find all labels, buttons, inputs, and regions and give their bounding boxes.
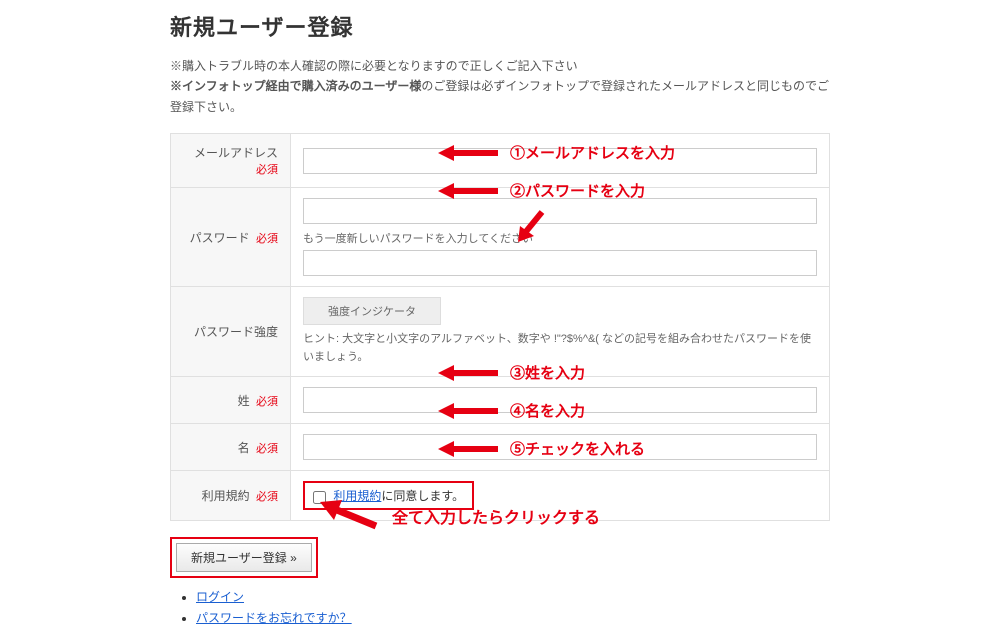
login-link[interactable]: ログイン bbox=[196, 590, 244, 604]
arrow-left-icon bbox=[438, 181, 498, 201]
strength-indicator: 強度インジケータ bbox=[303, 297, 441, 325]
required-badge: 必須 bbox=[256, 443, 278, 455]
label-password-text: パスワード bbox=[190, 231, 250, 245]
label-firstname: 名 必須 bbox=[171, 424, 291, 471]
submit-area: 新規ユーザー登録 » ログイン パスワードをお忘れですか？ bbox=[170, 537, 830, 626]
annotation-1: ①メールアドレスを入力 bbox=[438, 142, 675, 163]
required-badge: 必須 bbox=[256, 164, 278, 176]
required-badge: 必須 bbox=[256, 491, 278, 503]
annotation-2-text: ②パスワードを入力 bbox=[510, 180, 645, 201]
row-password: パスワード 必須 もう一度新しいパスワードを入力してください bbox=[171, 188, 830, 287]
annotation-3: ③姓を入力 bbox=[438, 362, 585, 383]
label-terms: 利用規約 必須 bbox=[171, 471, 291, 521]
arrow-left-icon bbox=[438, 143, 498, 163]
arrow-left-icon bbox=[438, 401, 498, 421]
password-confirm-hint: もう一度新しいパスワードを入力してください bbox=[303, 230, 817, 246]
arrow-left-icon bbox=[438, 363, 498, 383]
page-title: 新規ユーザー登録 bbox=[170, 10, 830, 42]
note-line-2: ※インフォトップ経由で購入済みのユーザー様のご登録は必ずインフォトップで登録され… bbox=[170, 76, 830, 117]
register-button[interactable]: 新規ユーザー登録 » bbox=[176, 543, 312, 572]
arrow-upleft-icon bbox=[320, 500, 380, 532]
password-field[interactable] bbox=[303, 198, 817, 224]
annotation-submit: 全て入力したらクリックする bbox=[320, 500, 600, 532]
password-confirm-field[interactable] bbox=[303, 250, 817, 276]
label-firstname-text: 名 bbox=[238, 441, 250, 455]
annotation-4: ④名を入力 bbox=[438, 400, 585, 421]
label-terms-text: 利用規約 bbox=[202, 489, 250, 503]
required-badge: 必須 bbox=[256, 233, 278, 245]
note-line-1: ※購入トラブル時の本人確認の際に必要となりますので正しくご記入下さい bbox=[170, 56, 830, 76]
submit-highlight-box: 新規ユーザー登録 » bbox=[170, 537, 318, 578]
label-lastname-text: 姓 bbox=[238, 394, 250, 408]
annotation-2b-arrow bbox=[516, 208, 546, 244]
forgot-password-link[interactable]: パスワードをお忘れですか？ bbox=[196, 611, 352, 625]
annotation-5-text: ⑤チェックを入れる bbox=[510, 438, 645, 459]
label-lastname: 姓 必須 bbox=[171, 377, 291, 424]
label-strength: パスワード強度 bbox=[171, 287, 291, 377]
required-badge: 必須 bbox=[256, 396, 278, 408]
arrow-left-icon bbox=[438, 439, 498, 459]
annotation-4-text: ④名を入力 bbox=[510, 400, 585, 421]
aux-links: ログイン パスワードをお忘れですか？ bbox=[196, 588, 830, 626]
notes-block: ※購入トラブル時の本人確認の際に必要となりますので正しくご記入下さい ※インフォ… bbox=[170, 56, 830, 117]
note-bold: ※インフォトップ経由で購入済みのユーザー様 bbox=[170, 79, 421, 93]
label-email: メールアドレス 必須 bbox=[171, 134, 291, 188]
annotation-5: ⑤チェックを入れる bbox=[438, 438, 645, 459]
annotation-1-text: ①メールアドレスを入力 bbox=[510, 142, 675, 163]
label-password: パスワード 必須 bbox=[171, 188, 291, 287]
arrow-down-left-icon bbox=[516, 208, 546, 244]
annotation-submit-text: 全て入力したらクリックする bbox=[392, 504, 600, 528]
label-email-text: メールアドレス bbox=[194, 146, 278, 160]
annotation-3-text: ③姓を入力 bbox=[510, 362, 585, 383]
annotation-2: ②パスワードを入力 bbox=[438, 180, 645, 201]
